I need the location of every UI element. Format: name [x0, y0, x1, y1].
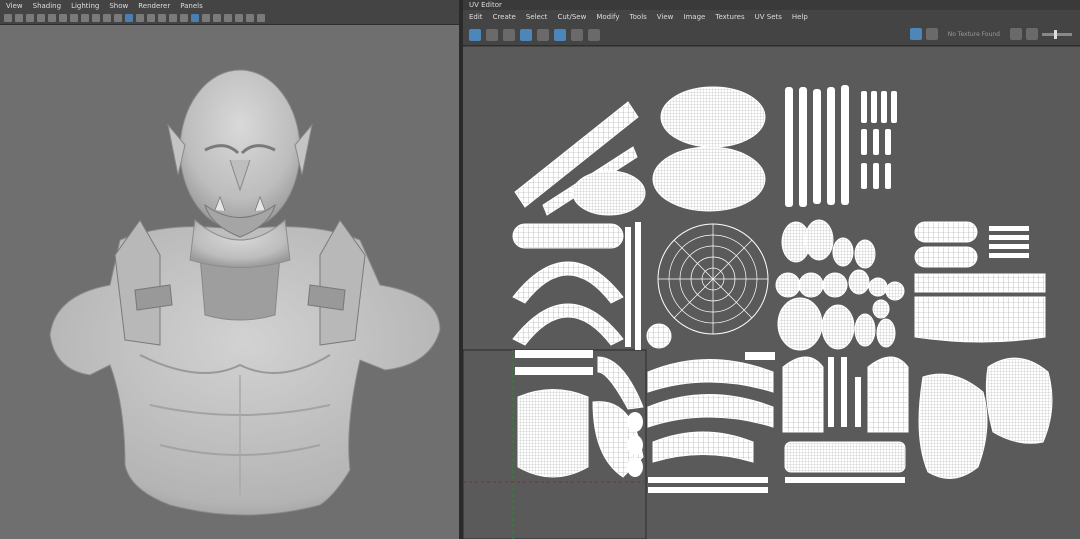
- viewport-menubar: View Shading Lighting Show Renderer Pane…: [0, 0, 459, 12]
- menu-uv-view[interactable]: View: [657, 13, 674, 21]
- viewport-toolbar: [0, 12, 459, 25]
- uv-refresh-icon[interactable]: [1010, 28, 1022, 40]
- uv-image-display-icon[interactable]: [588, 28, 600, 41]
- xray-joints-icon[interactable]: [224, 14, 232, 22]
- orc-bust-model: [49, 69, 441, 516]
- 3d-viewport-panel: View Shading Lighting Show Renderer Pane…: [0, 0, 459, 539]
- exposure-icon[interactable]: [235, 14, 243, 22]
- menu-textures[interactable]: Textures: [715, 13, 744, 21]
- menu-panels[interactable]: Panels: [180, 2, 203, 10]
- uv-editor-panel: UV Editor Edit Create Select Cut/Sew Mod…: [462, 0, 1080, 539]
- menu-uv-sets[interactable]: UV Sets: [755, 13, 782, 21]
- menu-view[interactable]: View: [6, 2, 23, 10]
- uv-layout: [462, 85, 1053, 539]
- uv-toolbar-right: No Texture Found: [909, 28, 1072, 40]
- film-gate-icon[interactable]: [59, 14, 67, 22]
- uv-grid-display-icon[interactable]: [537, 28, 549, 41]
- uv-distortion-icon[interactable]: [520, 28, 532, 41]
- uv-exposure-icon[interactable]: [1026, 28, 1038, 40]
- uv-exposure-slider[interactable]: [1042, 29, 1072, 39]
- shadows-icon[interactable]: [180, 14, 188, 22]
- bookmark-icon[interactable]: [26, 14, 34, 22]
- uv-editor-menubar: Edit Create Select Cut/Sew Modify Tools …: [463, 10, 1080, 24]
- menu-edit[interactable]: Edit: [469, 13, 483, 21]
- textured-icon[interactable]: [158, 14, 166, 22]
- menu-cut-sew[interactable]: Cut/Sew: [557, 13, 586, 21]
- ambient-occlusion-icon[interactable]: [191, 14, 199, 22]
- gamma-icon[interactable]: [246, 14, 254, 22]
- uv-editor-title: UV Editor: [469, 1, 502, 9]
- smooth-shade-icon[interactable]: [136, 14, 144, 22]
- menu-image[interactable]: Image: [683, 13, 705, 21]
- camera-attributes-icon[interactable]: [15, 14, 23, 22]
- menu-show[interactable]: Show: [109, 2, 128, 10]
- menu-select[interactable]: Select: [526, 13, 548, 21]
- image-plane-icon[interactable]: [37, 14, 45, 22]
- camera-select-icon[interactable]: [4, 14, 12, 22]
- field-chart-icon[interactable]: [92, 14, 100, 22]
- uv-editor-toolbar: No Texture Found: [463, 24, 1080, 46]
- uv-shell-select-icon[interactable]: [469, 28, 481, 41]
- uv-pixel-snap-icon[interactable]: [554, 28, 566, 41]
- menu-shading[interactable]: Shading: [33, 2, 61, 10]
- uv-channel-icon[interactable]: [925, 28, 938, 40]
- texture-dropdown[interactable]: No Texture Found: [948, 31, 1000, 38]
- menu-renderer[interactable]: Renderer: [138, 2, 170, 10]
- isolate-select-icon[interactable]: [202, 14, 210, 22]
- resolution-gate-icon[interactable]: [70, 14, 78, 22]
- menu-create[interactable]: Create: [493, 13, 516, 21]
- menu-modify[interactable]: Modify: [596, 13, 619, 21]
- uv-checker-icon[interactable]: [571, 28, 583, 41]
- default-material-icon[interactable]: [147, 14, 155, 22]
- wireframe-icon[interactable]: [125, 14, 133, 22]
- uv-shaded-icon[interactable]: [503, 28, 515, 41]
- uv-texture-toggle-icon[interactable]: [909, 28, 922, 40]
- uv-editor-titlebar: UV Editor: [463, 0, 1080, 10]
- color-management-icon[interactable]: [257, 14, 265, 22]
- xray-icon[interactable]: [213, 14, 221, 22]
- lights-icon[interactable]: [169, 14, 177, 22]
- viewport-canvas[interactable]: [0, 25, 459, 539]
- safe-title-icon[interactable]: [114, 14, 122, 22]
- menu-lighting[interactable]: Lighting: [71, 2, 99, 10]
- uv-canvas[interactable]: [462, 47, 1080, 539]
- safe-action-icon[interactable]: [103, 14, 111, 22]
- menu-tools[interactable]: Tools: [630, 13, 647, 21]
- uv-component-icon[interactable]: [486, 28, 498, 41]
- gate-mask-icon[interactable]: [81, 14, 89, 22]
- grid-icon[interactable]: [48, 14, 56, 22]
- maya-window: View Shading Lighting Show Renderer Pane…: [0, 0, 1080, 539]
- menu-help[interactable]: Help: [792, 13, 808, 21]
